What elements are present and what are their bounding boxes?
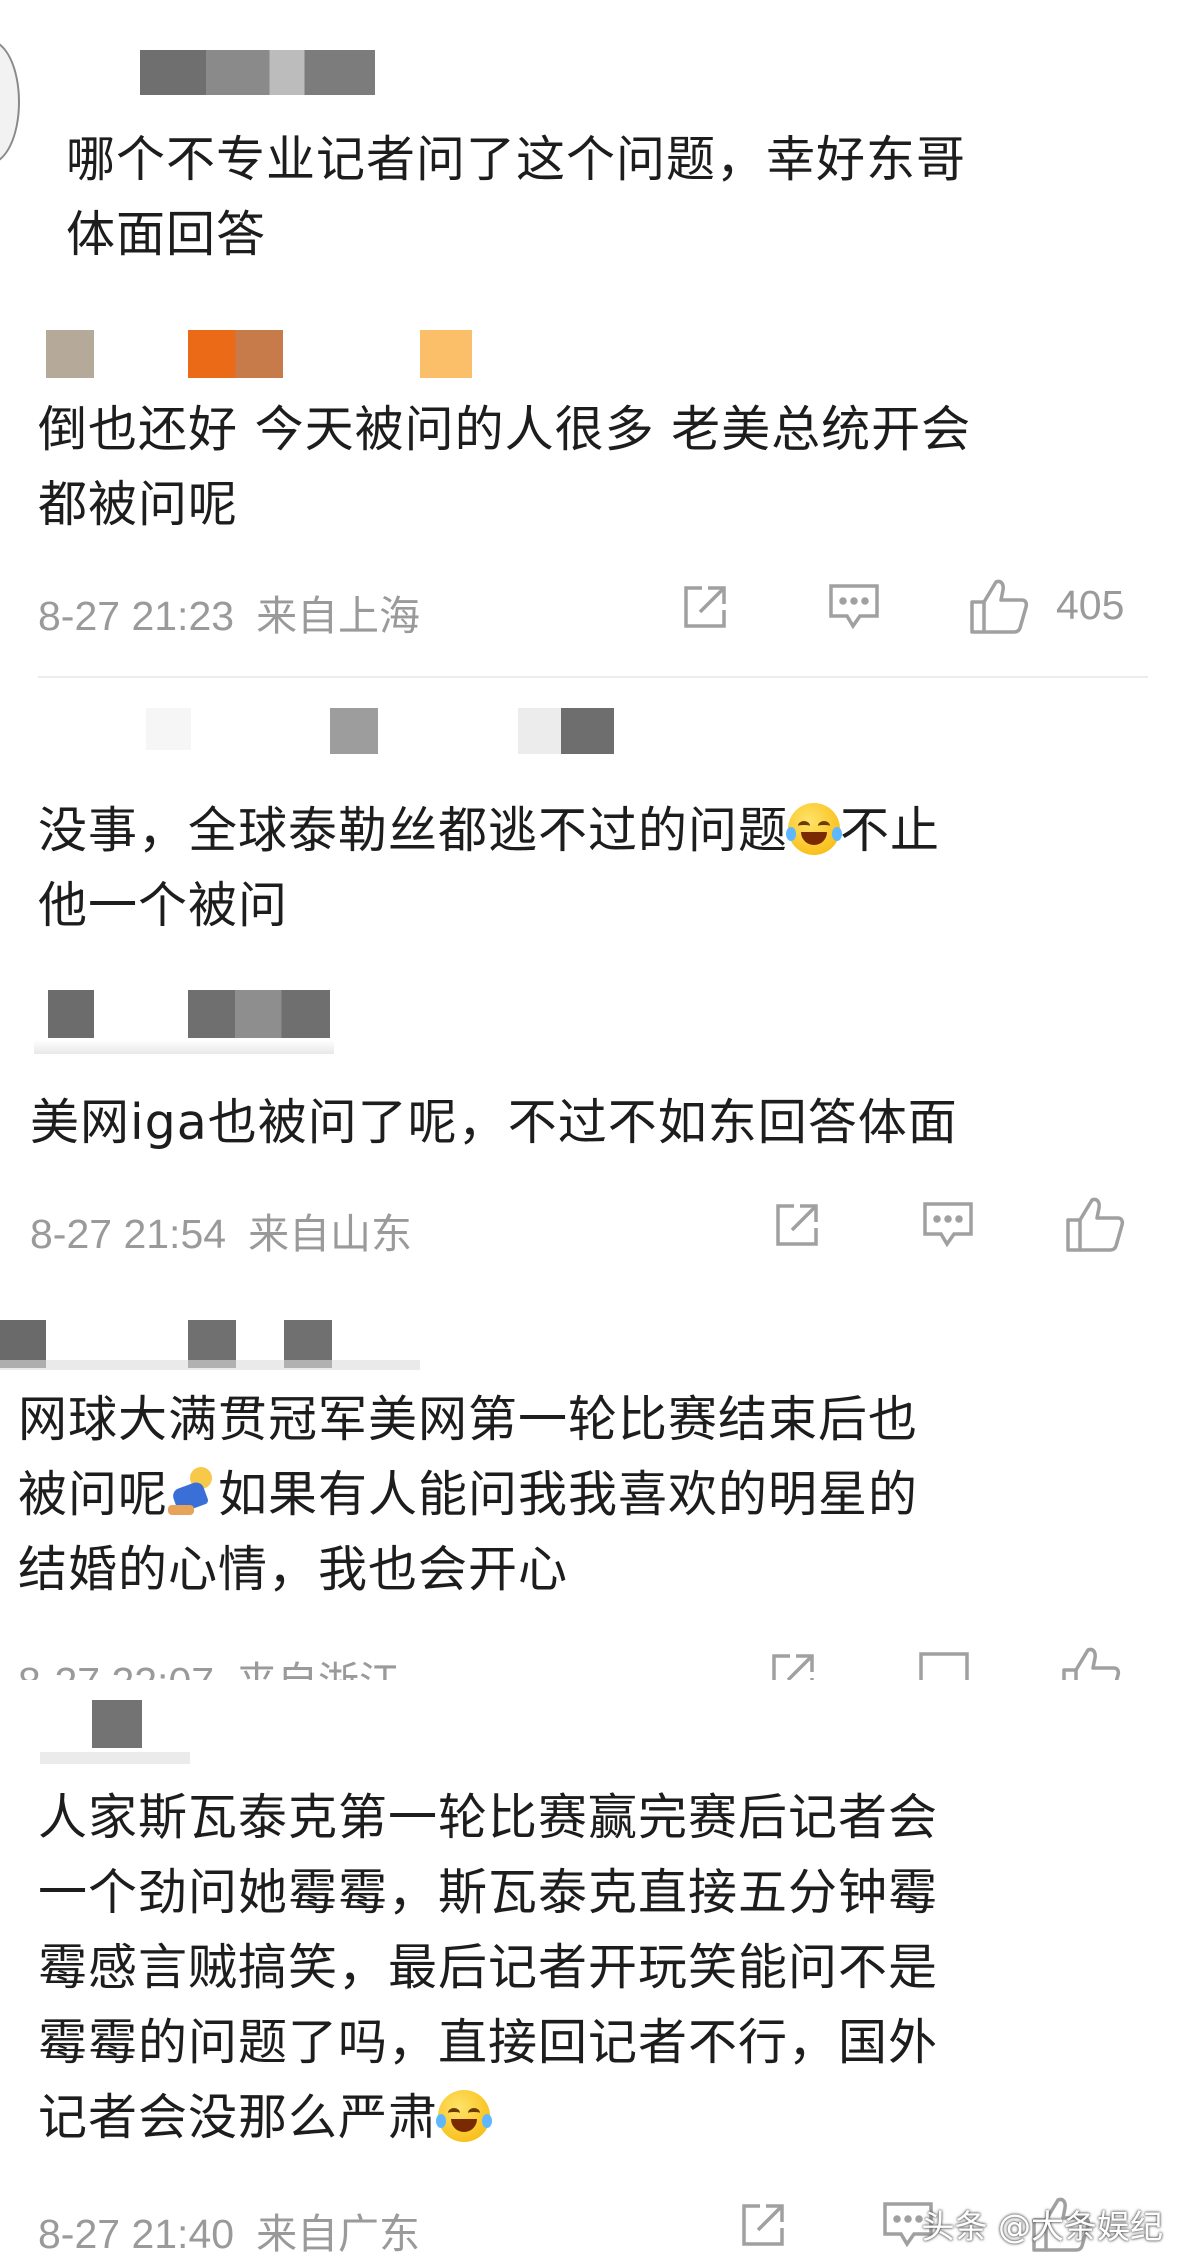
username-redacted: [92, 1700, 142, 1748]
username-redacted: [420, 330, 472, 378]
comment-text-part: 被问呢: [18, 1466, 169, 1523]
username-redacted: [188, 990, 330, 1038]
avatar[interactable]: [0, 40, 20, 164]
comment-text: 倒也还好 今天被问的人很多 老美总统开会 都被问呢: [38, 401, 972, 533]
comment-time: 8-27 21:23: [38, 593, 235, 639]
username-redacted: [188, 330, 283, 378]
like-count: 405: [1056, 582, 1125, 628]
partial-row-remnant: [40, 1752, 190, 1764]
comment-location: 来自广东: [256, 2210, 421, 2258]
comment-meta: 8-27 21:23 来自上海: [38, 582, 420, 642]
username-redacted: [48, 990, 94, 1038]
comment-text: 美网iga也被问了呢，不过不如东回答体面: [30, 1094, 958, 1151]
username-redacted: [46, 330, 94, 378]
share-icon[interactable]: [736, 2198, 790, 2252]
comment-text-part: 没事，全球泰勒丝都逃不过的问题: [38, 802, 789, 859]
share-icon[interactable]: [770, 1198, 824, 1252]
partial-row-remnant: [34, 1040, 334, 1054]
comment-icon[interactable]: [916, 1648, 972, 1680]
username-redacted: [518, 708, 614, 754]
comment-icon[interactable]: [920, 1198, 976, 1252]
comment-location: 来自山东: [248, 1210, 413, 1258]
partial-meta-row: 8-27 22:07 来自浙江: [0, 1640, 1185, 1680]
share-icon[interactable]: [766, 1648, 820, 1680]
comment-time: 8-27 21:40: [38, 2211, 235, 2257]
like-icon[interactable]: [1064, 1194, 1126, 1254]
comment-time: 8-27 21:54: [30, 1211, 227, 1257]
username-redacted: [140, 50, 375, 95]
partial-row-remnant: [0, 1360, 420, 1370]
comment-text-part: 网球大满贯冠军美网第一轮比赛结束后也: [18, 1391, 919, 1448]
username-redacted: [146, 708, 191, 750]
like-icon[interactable]: [1060, 1644, 1122, 1680]
comment-location: 来自上海: [256, 592, 421, 640]
divider: [38, 676, 1148, 678]
comment-meta: 8-27 21:54 来自山东: [30, 1200, 412, 1260]
laughing-tears-emoji: [436, 2090, 493, 2142]
watermark: 头条 @大条娱纪: [921, 2207, 1164, 2246]
comment-text: 没事，全球泰勒丝都逃不过的问题 不止 他一个被问: [38, 793, 940, 943]
comment-time: 8-27 22:07: [18, 1659, 214, 1680]
comment-text-part: 人家斯瓦泰克第一轮比赛赢完赛后记者会 一个劲问她霉霉，斯瓦泰克直接五分钟霉 霉感…: [38, 1789, 939, 2146]
username-redacted: [330, 708, 378, 754]
comment-meta: 8-27 21:40 来自广东: [38, 2200, 420, 2260]
comment-text-part: 结婚的心情，我也会开心: [18, 1541, 569, 1598]
comment-location: 来自浙江: [236, 1658, 400, 1680]
share-icon[interactable]: [678, 580, 732, 634]
comment-text: 哪个不专业记者问了这个问题，幸好东哥 体面回答: [66, 131, 967, 263]
comment-text: 人家斯瓦泰克第一轮比赛赢完赛后记者会 一个劲问她霉霉，斯瓦泰克直接五分钟霉 霉感…: [38, 1780, 938, 2155]
comment-icon[interactable]: [826, 580, 882, 634]
laughing-tears-emoji: [786, 803, 843, 855]
comment-text: 网球大满贯冠军美网第一轮比赛结束后也 被问呢 如果有人能问我我喜欢的明星的 结婚的…: [18, 1382, 918, 1607]
kneeling-figure-emoji: [168, 1467, 218, 1519]
like-icon[interactable]: [968, 576, 1030, 636]
comment-text-part: 如果有人能问我我喜欢的明星的: [218, 1466, 919, 1523]
